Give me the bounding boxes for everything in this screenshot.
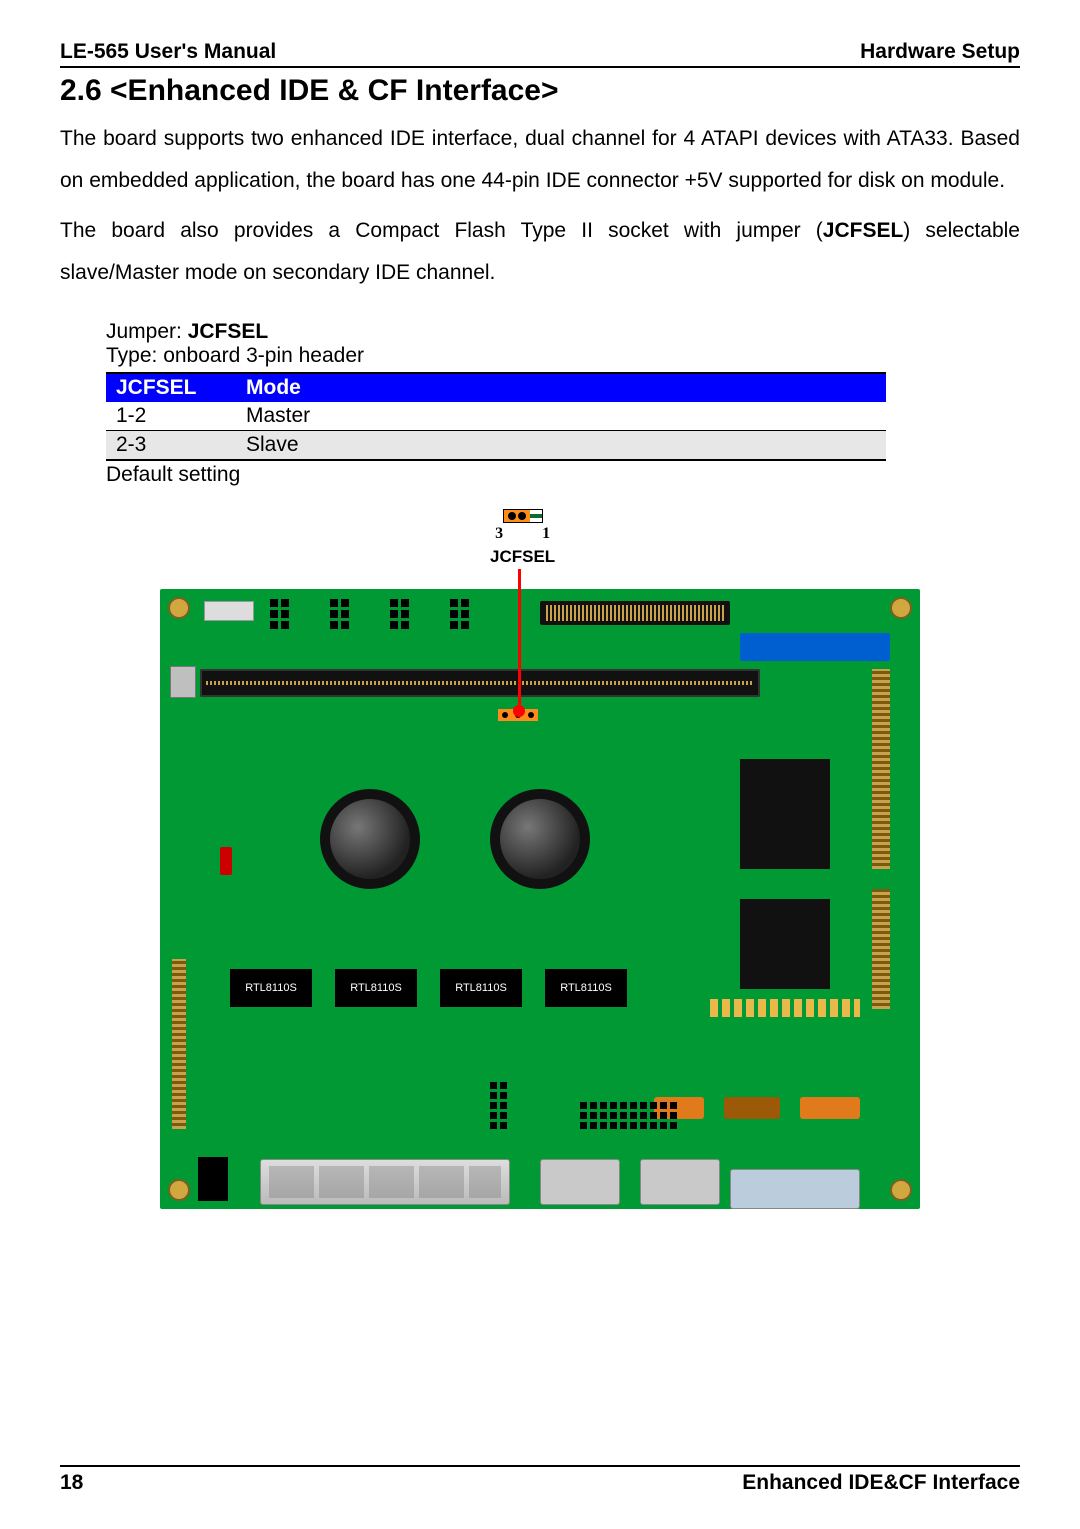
pin-header bbox=[390, 599, 409, 629]
round-chip bbox=[490, 789, 590, 889]
p2-before: The board also provides a Compact Flash … bbox=[60, 219, 823, 242]
vertical-pin-header bbox=[872, 889, 890, 1009]
default-setting-note: Default setting bbox=[106, 463, 886, 487]
p2-jumper-name: JCFSEL bbox=[823, 219, 904, 242]
square-chip bbox=[740, 899, 830, 989]
mount-hole bbox=[168, 597, 190, 619]
usb-port bbox=[640, 1159, 720, 1205]
rj45-block bbox=[260, 1159, 510, 1205]
section-title: 2.6 <Enhanced IDE & CF Interface> bbox=[60, 74, 1020, 108]
rtl-chip: RTL8110S bbox=[545, 969, 627, 1007]
paragraph-2: The board also provides a Compact Flash … bbox=[60, 210, 1020, 294]
jumper-callout: 3 1 JCFSEL bbox=[490, 507, 555, 567]
red-component bbox=[220, 847, 232, 875]
orange-connector bbox=[800, 1097, 860, 1119]
rtl-chip: RTL8110S bbox=[335, 969, 417, 1007]
rtl-chip: RTL8110S bbox=[230, 969, 312, 1007]
usb-port bbox=[540, 1159, 620, 1205]
header-right: Hardware Setup bbox=[860, 40, 1020, 64]
pin-header bbox=[330, 599, 349, 629]
pin-3: 3 bbox=[495, 525, 503, 543]
jumper-label: Jumper: bbox=[106, 320, 188, 343]
pcb-board: RTL8110S RTL8110S RTL8110S RTL8110S bbox=[160, 589, 920, 1209]
callout-label: JCFSEL bbox=[490, 547, 555, 567]
table-row: 1-2 Master bbox=[106, 402, 886, 431]
footer-title: Enhanced IDE&CF Interface bbox=[742, 1471, 1020, 1495]
vga-port bbox=[730, 1169, 860, 1209]
vertical-pin-header bbox=[172, 959, 186, 1129]
jumper-type-line: Type: onboard 3-pin header bbox=[106, 344, 886, 368]
dark-orange-connector bbox=[724, 1097, 780, 1119]
memory-slot bbox=[200, 669, 760, 697]
jumper-pin-icon bbox=[503, 509, 543, 523]
table-header-row: JCFSEL Mode bbox=[106, 373, 886, 402]
pin-cluster bbox=[490, 1082, 507, 1129]
cell-mode: Master bbox=[236, 402, 886, 431]
mount-hole bbox=[890, 1179, 912, 1201]
page-number: 18 bbox=[60, 1471, 83, 1495]
ide-header-top bbox=[540, 601, 730, 625]
page-header: LE-565 User's Manual Hardware Setup bbox=[60, 40, 1020, 68]
pointer-dot bbox=[513, 705, 525, 717]
jumper-block: Jumper: JCFSEL Type: onboard 3-pin heade… bbox=[106, 320, 886, 487]
col-mode: Mode bbox=[236, 373, 886, 402]
pointer-line bbox=[518, 569, 521, 709]
rtl-chip: RTL8110S bbox=[440, 969, 522, 1007]
pin-cluster bbox=[580, 1102, 677, 1129]
cell-jcfsel: 1-2 bbox=[106, 402, 236, 431]
jumper-table: JCFSEL Mode 1-2 Master 2-3 Slave bbox=[106, 372, 886, 461]
round-chip bbox=[320, 789, 420, 889]
pin-number-row: 3 1 bbox=[495, 525, 550, 543]
vertical-pin-header bbox=[872, 669, 890, 869]
pin-header bbox=[270, 599, 289, 629]
yellow-header bbox=[710, 999, 860, 1017]
page-footer: 18 Enhanced IDE&CF Interface bbox=[60, 1465, 1020, 1495]
square-chip bbox=[740, 759, 830, 869]
table-row: 2-3 Slave bbox=[106, 431, 886, 461]
small-connector bbox=[204, 601, 254, 621]
blue-connector bbox=[740, 633, 890, 661]
black-block bbox=[198, 1157, 228, 1201]
header-left: LE-565 User's Manual bbox=[60, 40, 276, 64]
cell-jcfsel: 2-3 bbox=[106, 431, 236, 461]
pin-header bbox=[450, 599, 469, 629]
jumper-label-line: Jumper: JCFSEL bbox=[106, 320, 886, 344]
cell-mode: Slave bbox=[236, 431, 886, 461]
mount-hole bbox=[168, 1179, 190, 1201]
grey-block bbox=[170, 666, 196, 698]
pin-1: 1 bbox=[542, 525, 550, 543]
col-jcfsel: JCFSEL bbox=[106, 373, 236, 402]
board-diagram: 3 1 JCFSEL RTL8110S RTL8110S RTL8110S bbox=[160, 507, 920, 1217]
paragraph-1: The board supports two enhanced IDE inte… bbox=[60, 118, 1020, 202]
mount-hole bbox=[890, 597, 912, 619]
jumper-name: JCFSEL bbox=[188, 320, 269, 343]
